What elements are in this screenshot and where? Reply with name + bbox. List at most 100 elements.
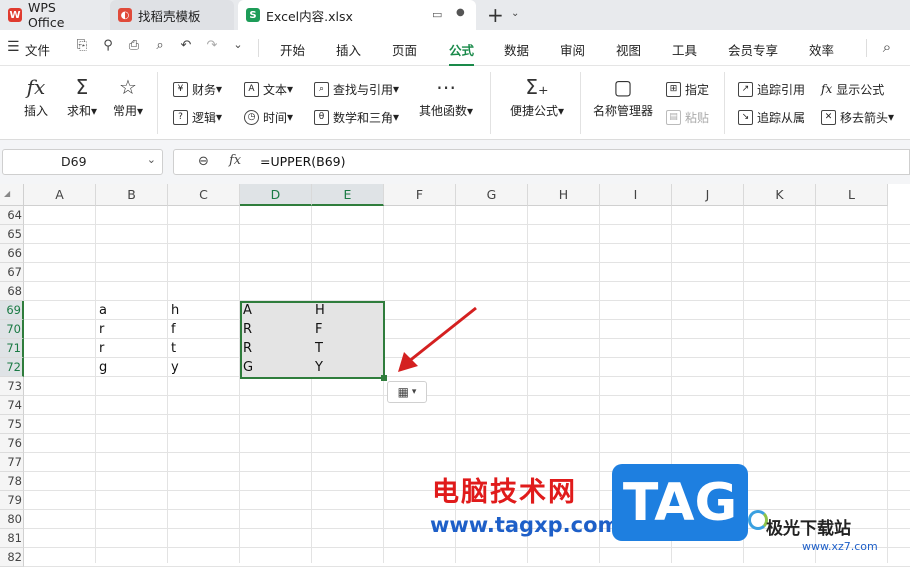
undo-icon[interactable]: ↶ — [177, 38, 195, 56]
tab-excel-file[interactable]: S Excel内容.xlsx ▭ ● — [238, 0, 476, 30]
quick-formula-button[interactable]: Σ₊ 便捷公式▾ — [506, 72, 568, 119]
math-icon: θ — [314, 109, 329, 125]
insert-function-button[interactable]: fx 插入 — [16, 72, 56, 119]
math-button[interactable]: θ 数学和三角 ▾ — [314, 107, 399, 127]
tab-label: WPS Office — [27, 0, 65, 30]
chevron-down-icon[interactable]: ⌄ — [511, 8, 519, 19]
sigma-icon: Σ — [75, 75, 89, 99]
show-formula-icon: fx — [821, 82, 833, 96]
remove-arrows-icon: ✕ — [821, 109, 836, 125]
specify-label: 指定 — [685, 82, 710, 97]
autosum-button[interactable]: Σ 求和▾ — [62, 72, 102, 119]
zoom-icon[interactable]: ⊖ — [198, 154, 209, 169]
name-manager-button[interactable]: ▢ 名称管理器 — [590, 72, 656, 119]
name-tag-icon: ▢ — [613, 75, 633, 99]
lookup-icon: ⌕ — [314, 81, 329, 97]
clock-icon: ◷ — [244, 109, 259, 125]
text-button[interactable]: A 文本 ▾ — [244, 79, 293, 99]
finance-label: 财务 — [192, 82, 217, 97]
hamburger-icon[interactable]: ☰ — [7, 39, 20, 55]
tab-template[interactable]: ◐ 找稻壳模板 — [110, 0, 234, 30]
name-manager-label: 名称管理器 — [592, 104, 653, 118]
tag-logo: TAG — [612, 464, 748, 541]
save-icon[interactable]: ⎘ — [73, 38, 91, 56]
star-icon: ☆ — [119, 75, 137, 99]
formula-bar: D69 ⌄ ⊖ fx =UPPER(B69) — [0, 140, 910, 184]
watermark-site-name: 电脑技术网 — [432, 477, 577, 508]
formula-ribbon: fx 插入 Σ 求和▾ ☆ 常用▾ ¥ 财务 ▾ ? 逻辑 ▾ A 文本 ▾ ◷ 时间 ▾ ⌕ 查… — [0, 66, 910, 140]
fx-icon[interactable]: fx — [229, 153, 241, 168]
logic-icon: ? — [173, 109, 188, 125]
share-icon[interactable]: ⚲ — [99, 38, 117, 56]
logic-button[interactable]: ? 逻辑 ▾ — [173, 107, 222, 127]
lookup-button[interactable]: ⌕ 查找与引用 ▾ — [314, 79, 399, 99]
tag-text: TAG — [622, 472, 738, 533]
common-label: 常用 — [112, 104, 137, 118]
menu-review[interactable]: 审阅 — [560, 40, 585, 59]
menu-formula[interactable]: 公式 — [449, 40, 475, 66]
menu-home[interactable]: 开始 — [280, 40, 305, 59]
menu-page[interactable]: 页面 — [392, 40, 417, 59]
insert-function-label: 插入 — [23, 104, 48, 118]
search-icon[interactable]: ⌕ — [878, 38, 896, 56]
print-preview-icon[interactable]: ⌕ — [151, 38, 169, 56]
menu-view[interactable]: 视图 — [616, 40, 641, 59]
dot-icon[interactable]: ● — [456, 7, 465, 18]
menu-bar: ☰ 文件 ⎘ ⚲ ⎙ ⌕ ↶ ↷ ⌄ 开始 插入 页面 公式 数据 审阅 视图 … — [0, 30, 910, 66]
menu-insert[interactable]: 插入 — [336, 40, 361, 59]
more-chevron-icon[interactable]: ⌄ — [229, 38, 247, 56]
brand-name: 极光下载站 — [766, 519, 851, 539]
trace-precedents-button[interactable]: ↗ 追踪引用 — [738, 79, 805, 99]
math-label: 数学和三角 — [333, 110, 394, 125]
tab-label: 找稻壳模板 — [138, 8, 201, 24]
new-tab-button[interactable]: + — [487, 3, 504, 27]
other-label: 其他函数 — [418, 104, 467, 118]
monitor-icon[interactable]: ▭ — [432, 8, 442, 21]
file-menu[interactable]: 文件 — [25, 40, 50, 59]
docer-logo-icon: ◐ — [118, 8, 132, 22]
other-functions-button[interactable]: ⋯ 其他函数▾ — [416, 72, 476, 119]
remove-arrows-button[interactable]: ✕ 移去箭头 ▾ — [821, 107, 894, 127]
remove-arrows-label: 移去箭头 — [840, 110, 889, 125]
chevron-down-icon[interactable]: ⌄ — [147, 153, 156, 166]
formula-input[interactable]: ⊖ fx =UPPER(B69) — [173, 149, 910, 175]
quick-label: 便捷公式 — [509, 104, 558, 118]
time-button[interactable]: ◷ 时间 ▾ — [244, 107, 293, 127]
show-formulas-button[interactable]: fx 显示公式 — [821, 79, 884, 99]
wps-logo-icon: W — [8, 8, 22, 22]
specify-icon: ⊞ — [666, 81, 681, 97]
more-functions-icon: ⋯ — [436, 75, 456, 99]
menu-efficiency[interactable]: 效率 — [809, 40, 834, 59]
common-functions-button[interactable]: ☆ 常用▾ — [108, 72, 148, 119]
show-formula-label: 显示公式 — [836, 82, 885, 97]
title-bar: W WPS Office ◐ 找稻壳模板 S Excel内容.xlsx ▭ ● … — [0, 0, 910, 30]
spreadsheet-icon: S — [246, 8, 260, 22]
paste-name-button[interactable]: ▤ 粘贴 — [666, 107, 709, 127]
menu-data[interactable]: 数据 — [504, 40, 529, 59]
name-box[interactable]: D69 ⌄ — [2, 149, 163, 175]
trace-dependents-button[interactable]: ↘ 追踪从属 — [738, 107, 805, 127]
paste-icon: ▤ — [666, 109, 681, 125]
redo-icon[interactable]: ↷ — [203, 38, 221, 56]
autosum-label: 求和 — [66, 104, 91, 118]
time-label: 时间 — [263, 110, 288, 125]
menu-tools[interactable]: 工具 — [672, 40, 697, 59]
brand-url: www.xz7.com — [802, 540, 878, 553]
text-icon: A — [244, 81, 259, 97]
specify-button[interactable]: ⊞ 指定 — [666, 79, 709, 99]
finance-icon: ¥ — [173, 81, 188, 97]
formula-text: =UPPER(B69) — [260, 154, 346, 169]
aurora-logo-icon — [748, 510, 768, 530]
cell-reference: D69 — [61, 154, 87, 169]
trace-dep-label: 追踪从属 — [757, 110, 806, 125]
watermark-url: www.tagxp.com — [430, 513, 620, 537]
paste-label: 粘贴 — [685, 110, 710, 125]
finance-button[interactable]: ¥ 财务 ▾ — [173, 79, 222, 99]
logic-label: 逻辑 — [192, 110, 217, 125]
print-icon[interactable]: ⎙ — [125, 38, 143, 56]
trace-dep-icon: ↘ — [738, 109, 753, 125]
tab-label: Excel内容.xlsx — [266, 8, 353, 24]
trace-arrow-icon: ↗ — [738, 81, 753, 97]
menu-member[interactable]: 会员专享 — [728, 40, 778, 59]
tab-wps-office[interactable]: W WPS Office — [0, 0, 104, 30]
